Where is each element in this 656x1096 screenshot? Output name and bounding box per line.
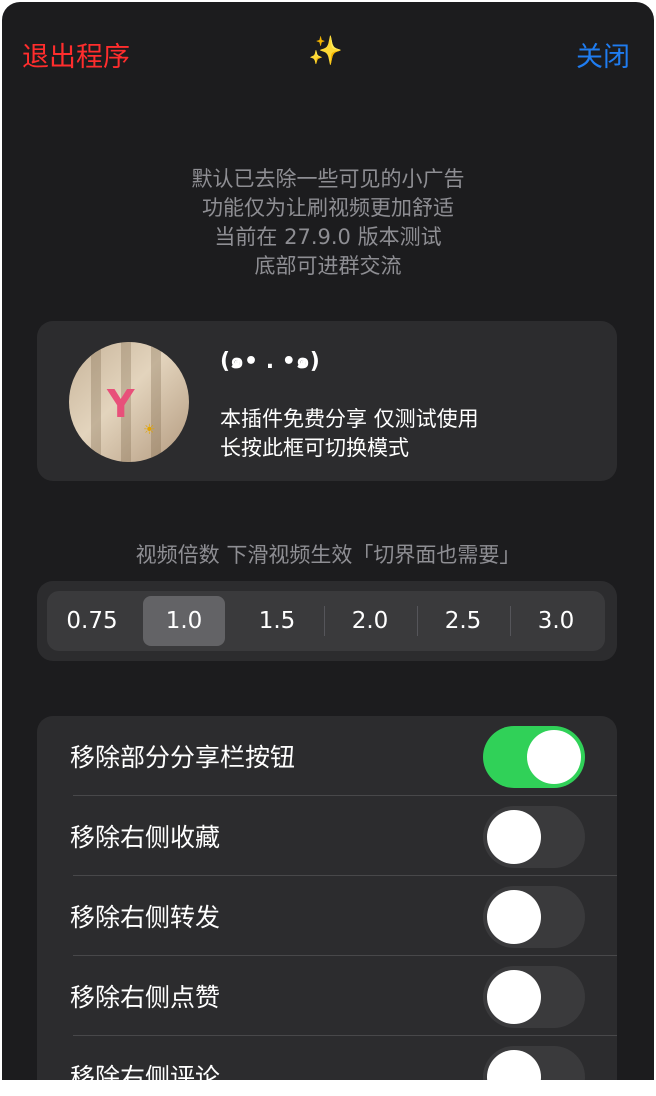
segment-divider (324, 606, 325, 636)
toggle-remove-share-buttons[interactable] (483, 726, 585, 788)
setting-row-remove-like: 移除右侧点赞 (37, 956, 617, 1036)
profile-card[interactable]: Y ☀ (๑• . •๑) 本插件免费分享 仅测试使用 长按此框可切换模式 (37, 321, 617, 481)
setting-row-remove-forward: 移除右侧转发 (37, 876, 617, 956)
exit-app-button[interactable]: 退出程序 (22, 35, 130, 74)
close-button[interactable]: 关闭 (576, 35, 630, 74)
speed-option-1-5[interactable]: 1.5 (236, 596, 318, 646)
toggle-knob (527, 730, 581, 784)
speed-segmented-control: 0.75 1.0 1.5 2.0 2.5 3.0 (47, 591, 605, 651)
sun-icon: ☀ (143, 422, 156, 438)
setting-row-remove-comment: 移除右侧评论 (37, 1036, 617, 1080)
note-line: 默认已去除一些可见的小广告 (191, 167, 465, 191)
toggle-knob (487, 970, 541, 1024)
toggle-remove-like[interactable] (483, 966, 585, 1028)
setting-label: 移除右侧收藏 (70, 823, 221, 852)
profile-desc-line: 长按此框可切换模式 (220, 436, 409, 460)
toggle-remove-favorite[interactable] (483, 806, 585, 868)
segment-divider (510, 606, 511, 636)
toggle-knob (487, 1050, 541, 1080)
setting-row-remove-favorite: 移除右侧收藏 (37, 796, 617, 876)
avatar-letter: Y (107, 382, 135, 426)
note-line: 当前在 27.9.0 版本测试 (214, 225, 442, 249)
speed-option-2-0[interactable]: 2.0 (329, 596, 411, 646)
speed-panel: 0.75 1.0 1.5 2.0 2.5 3.0 (37, 581, 617, 661)
setting-label: 移除右侧评论 (70, 1063, 221, 1080)
note-line: 功能仅为让刷视频更加舒适 (202, 196, 454, 220)
segment-divider (417, 606, 418, 636)
profile-description: 本插件免费分享 仅测试使用 长按此框可切换模式 (220, 405, 479, 463)
speed-option-2-5[interactable]: 2.5 (422, 596, 504, 646)
settings-list: 移除部分分享栏按钮 移除右侧收藏 移除右侧转发 移除右侧点赞 移除右侧评论 (37, 716, 617, 1080)
speed-option-0-75[interactable]: 0.75 (51, 596, 133, 646)
speed-option-1-0[interactable]: 1.0 (143, 596, 225, 646)
profile-desc-line: 本插件免费分享 仅测试使用 (220, 407, 479, 431)
settings-sheet: 退出程序 ✨ 关闭 默认已去除一些可见的小广告 功能仅为让刷视频更加舒适 当前在… (2, 2, 654, 1080)
note-line: 底部可进群交流 (254, 254, 402, 278)
toggle-knob (487, 810, 541, 864)
toggle-remove-forward[interactable] (483, 886, 585, 948)
setting-label: 移除右侧转发 (70, 903, 221, 932)
speed-option-3-0[interactable]: 3.0 (515, 596, 597, 646)
toggle-remove-comment[interactable] (483, 1046, 585, 1080)
avatar: Y ☀ (69, 342, 189, 462)
profile-title: (๑• . •๑) (220, 349, 320, 374)
setting-row-remove-share-buttons: 移除部分分享栏按钮 (37, 716, 617, 796)
speed-caption: 视频倍数 下滑视频生效「切界面也需要」 (135, 543, 521, 567)
info-notes: 默认已去除一些可见的小广告 功能仅为让刷视频更加舒适 当前在 27.9.0 版本… (2, 165, 654, 281)
toggle-knob (487, 890, 541, 944)
setting-label: 移除右侧点赞 (70, 983, 221, 1012)
sparkles-icon: ✨ (308, 34, 343, 67)
setting-label: 移除部分分享栏按钮 (70, 743, 296, 772)
